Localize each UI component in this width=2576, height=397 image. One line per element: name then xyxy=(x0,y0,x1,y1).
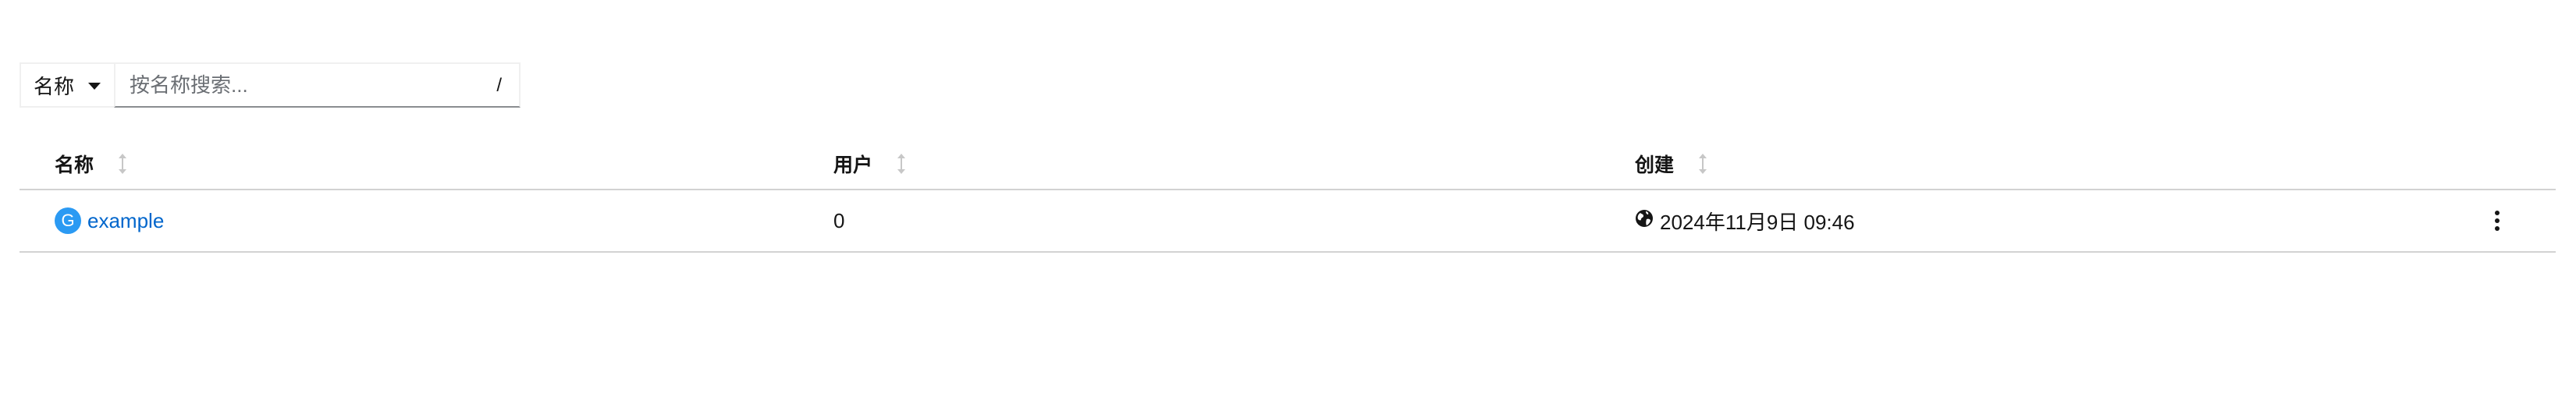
search-input[interactable] xyxy=(128,72,474,98)
column-header-label: 用户 xyxy=(833,154,873,176)
search-shortcut-hint: / xyxy=(496,75,502,96)
globe-icon xyxy=(1636,210,1653,227)
row-name-text: example xyxy=(87,208,165,232)
created-date-text: 2024年11月9日 09:46 xyxy=(1660,210,1855,234)
google-provider-icon: G xyxy=(55,207,81,234)
table-header: 名称 用户 创建 xyxy=(20,140,2556,190)
row-users-count: 0 xyxy=(833,208,845,232)
sort-icon xyxy=(119,154,127,174)
search-box: / xyxy=(114,62,521,108)
organizations-table: 名称 用户 创建 G example 0 2024年11月9日 09:46 xyxy=(20,140,2556,253)
filter-selected-label: 名称 xyxy=(34,74,75,98)
filter-attribute-select[interactable]: 名称 xyxy=(20,62,114,108)
users-cell: 0 xyxy=(833,190,844,251)
created-value: 2024年11月9日 09:46 xyxy=(1635,207,1855,236)
column-header-label: 创建 xyxy=(1635,154,1675,176)
page: 名称 / 名称 用户 xyxy=(0,0,2576,397)
column-header-label: 名称 xyxy=(55,154,94,176)
kebab-menu-icon[interactable] xyxy=(2492,209,2503,232)
name-cell: G example xyxy=(55,190,164,251)
created-cell: 2024年11月9日 09:46 xyxy=(1635,190,1855,251)
toolbar: 名称 / xyxy=(20,62,521,108)
column-header-name[interactable]: 名称 xyxy=(55,150,128,178)
column-header-users[interactable]: 用户 xyxy=(833,150,907,178)
table-row: G example 0 2024年11月9日 09:46 xyxy=(20,190,2556,253)
column-header-created[interactable]: 创建 xyxy=(1635,150,1708,178)
sort-icon xyxy=(897,154,906,174)
sort-icon xyxy=(1699,154,1707,174)
row-name-link[interactable]: G example xyxy=(55,207,164,234)
caret-down-icon xyxy=(88,82,101,90)
